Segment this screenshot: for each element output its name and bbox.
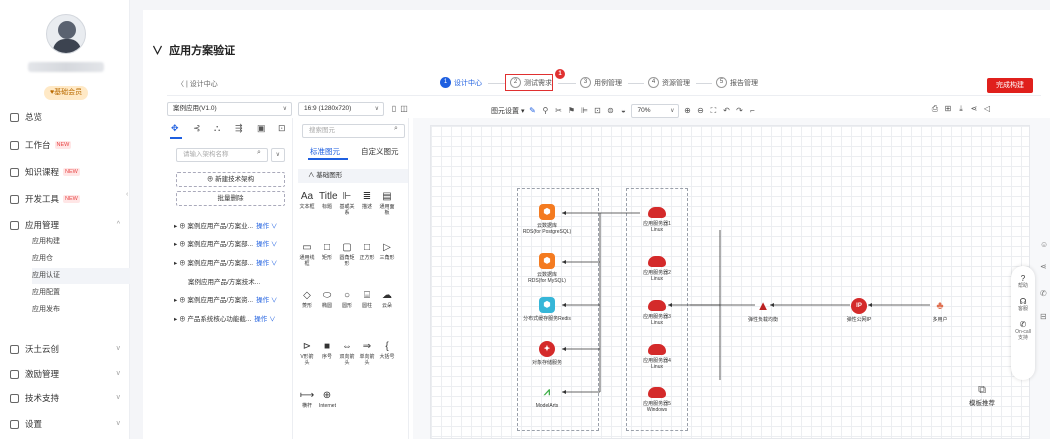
oncall-tool[interactable]: ✆ On-call 支持 (1011, 320, 1035, 341)
ecs-cloud-icon (648, 344, 666, 355)
db-node[interactable]: ⩘ ModelArts (512, 384, 582, 409)
node-label: 应用服务器2 Linux (643, 270, 671, 282)
help-icon: ? (1020, 274, 1026, 283)
node-label: 应用服务器3 Linux (643, 314, 671, 326)
help-tool[interactable]: ? 帮助 (1011, 274, 1035, 289)
eip-icon: IP (851, 298, 867, 314)
node-label: 分布式缓存服务Redis (523, 316, 571, 322)
template-icon: ⧉ (978, 384, 986, 396)
db-node[interactable]: ⬢ 分布式缓存服务Redis (512, 297, 582, 322)
feedback-icon[interactable]: ☺ (1040, 240, 1048, 249)
node-label: 应用服务器5 Windows (643, 401, 671, 413)
server-node[interactable]: 应用服务器3 Linux (622, 297, 692, 326)
ecs-cloud-icon (648, 387, 666, 398)
users-icon: ♣ (936, 300, 944, 312)
template-recommend-button[interactable]: ⧉ 模板推荐 (961, 384, 1003, 407)
modelarts-icon: ⩘ (543, 386, 551, 398)
ecs-cloud-icon (648, 207, 666, 218)
tool-label: On-call 支持 (1015, 329, 1031, 341)
db-node[interactable]: ⬢ 云数据库 RDS(for MySQL) (512, 253, 582, 284)
ecs-cloud-icon (648, 256, 666, 267)
tool-label: 客服 (1017, 306, 1028, 312)
server-node[interactable]: 应用服务器1 Linux (622, 204, 692, 233)
elb-node[interactable]: ▲ 弹性负载均衡 (728, 298, 798, 323)
server-node[interactable]: 应用服务器2 Linux (622, 253, 692, 282)
rds-mysql-icon: ⬢ (539, 253, 555, 269)
server-node[interactable]: 应用服务器5 Windows (622, 384, 692, 413)
node-label: ModelArts (535, 403, 559, 409)
node-label: 对象存储服务 (531, 360, 562, 366)
db-node[interactable]: ⬢ 云数据库 RDS(for PostgreSQL) (512, 204, 582, 235)
headset-tool[interactable]: ☊ 客服 (1011, 297, 1035, 312)
notes-side-icon[interactable]: ⊟ (1040, 312, 1047, 321)
server-node[interactable]: 应用服务器4 Linux (622, 341, 692, 370)
load-balancer-icon: ▲ (756, 298, 770, 313)
oncall-icon: ✆ (1019, 320, 1027, 329)
node-label: 应用服务器4 Linux (643, 358, 671, 370)
node-label: 应用服务器1 Linux (643, 221, 671, 233)
rds-postgres-icon: ⬢ (539, 204, 555, 220)
redis-icon: ⬢ (539, 297, 555, 313)
node-label: 云数据库 RDS(for PostgreSQL) (522, 223, 572, 235)
share-side-icon[interactable]: ⋖ (1040, 262, 1047, 271)
phone-side-icon[interactable]: ✆ (1040, 289, 1047, 298)
headset-icon: ☊ (1019, 297, 1027, 306)
node-label: 云数据库 RDS(for MySQL) (528, 272, 566, 284)
ecs-cloud-icon (648, 300, 666, 311)
users-node[interactable]: ♣ 多用户 (905, 298, 975, 323)
floating-help-tools: ? 帮助 ☊ 客服 ✆ On-call 支持 (1011, 266, 1035, 380)
tool-label: 帮助 (1017, 283, 1028, 289)
db-node[interactable]: ✦ 对象存储服务 (512, 341, 582, 366)
obs-icon: ✦ (539, 341, 555, 357)
eip-node[interactable]: IP 弹性公网IP (824, 298, 894, 323)
